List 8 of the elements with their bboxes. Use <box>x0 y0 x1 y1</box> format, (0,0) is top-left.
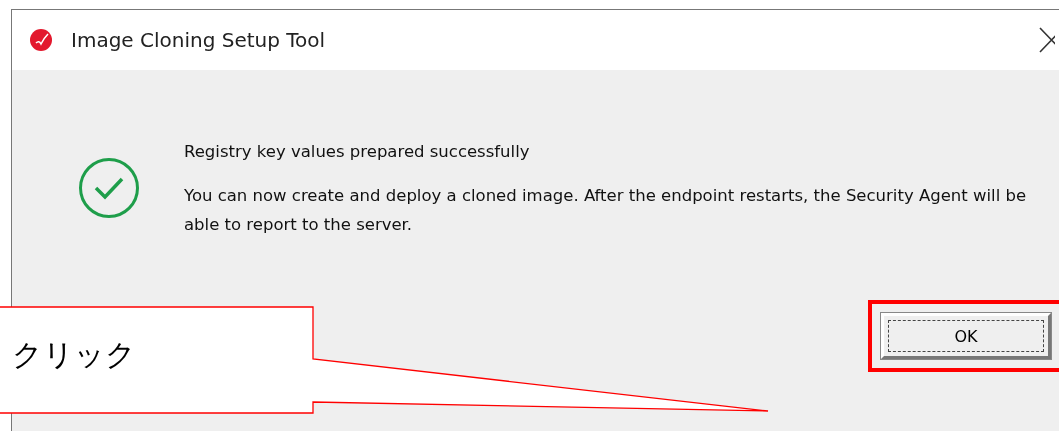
success-check-icon <box>78 157 140 219</box>
app-logo-icon <box>30 29 52 51</box>
close-icon[interactable] <box>1039 27 1055 53</box>
ok-button[interactable]: OK <box>881 313 1051 359</box>
message-text: You can now create and deploy a cloned image. After the endpoint restarts, the Security Agent will be able to report to the server. <box>184 185 1028 236</box>
callout-text: クリック <box>12 336 136 374</box>
message-heading: Registry key values prepared successfully <box>184 142 531 161</box>
window-title: Image Cloning Setup Tool <box>71 28 326 52</box>
